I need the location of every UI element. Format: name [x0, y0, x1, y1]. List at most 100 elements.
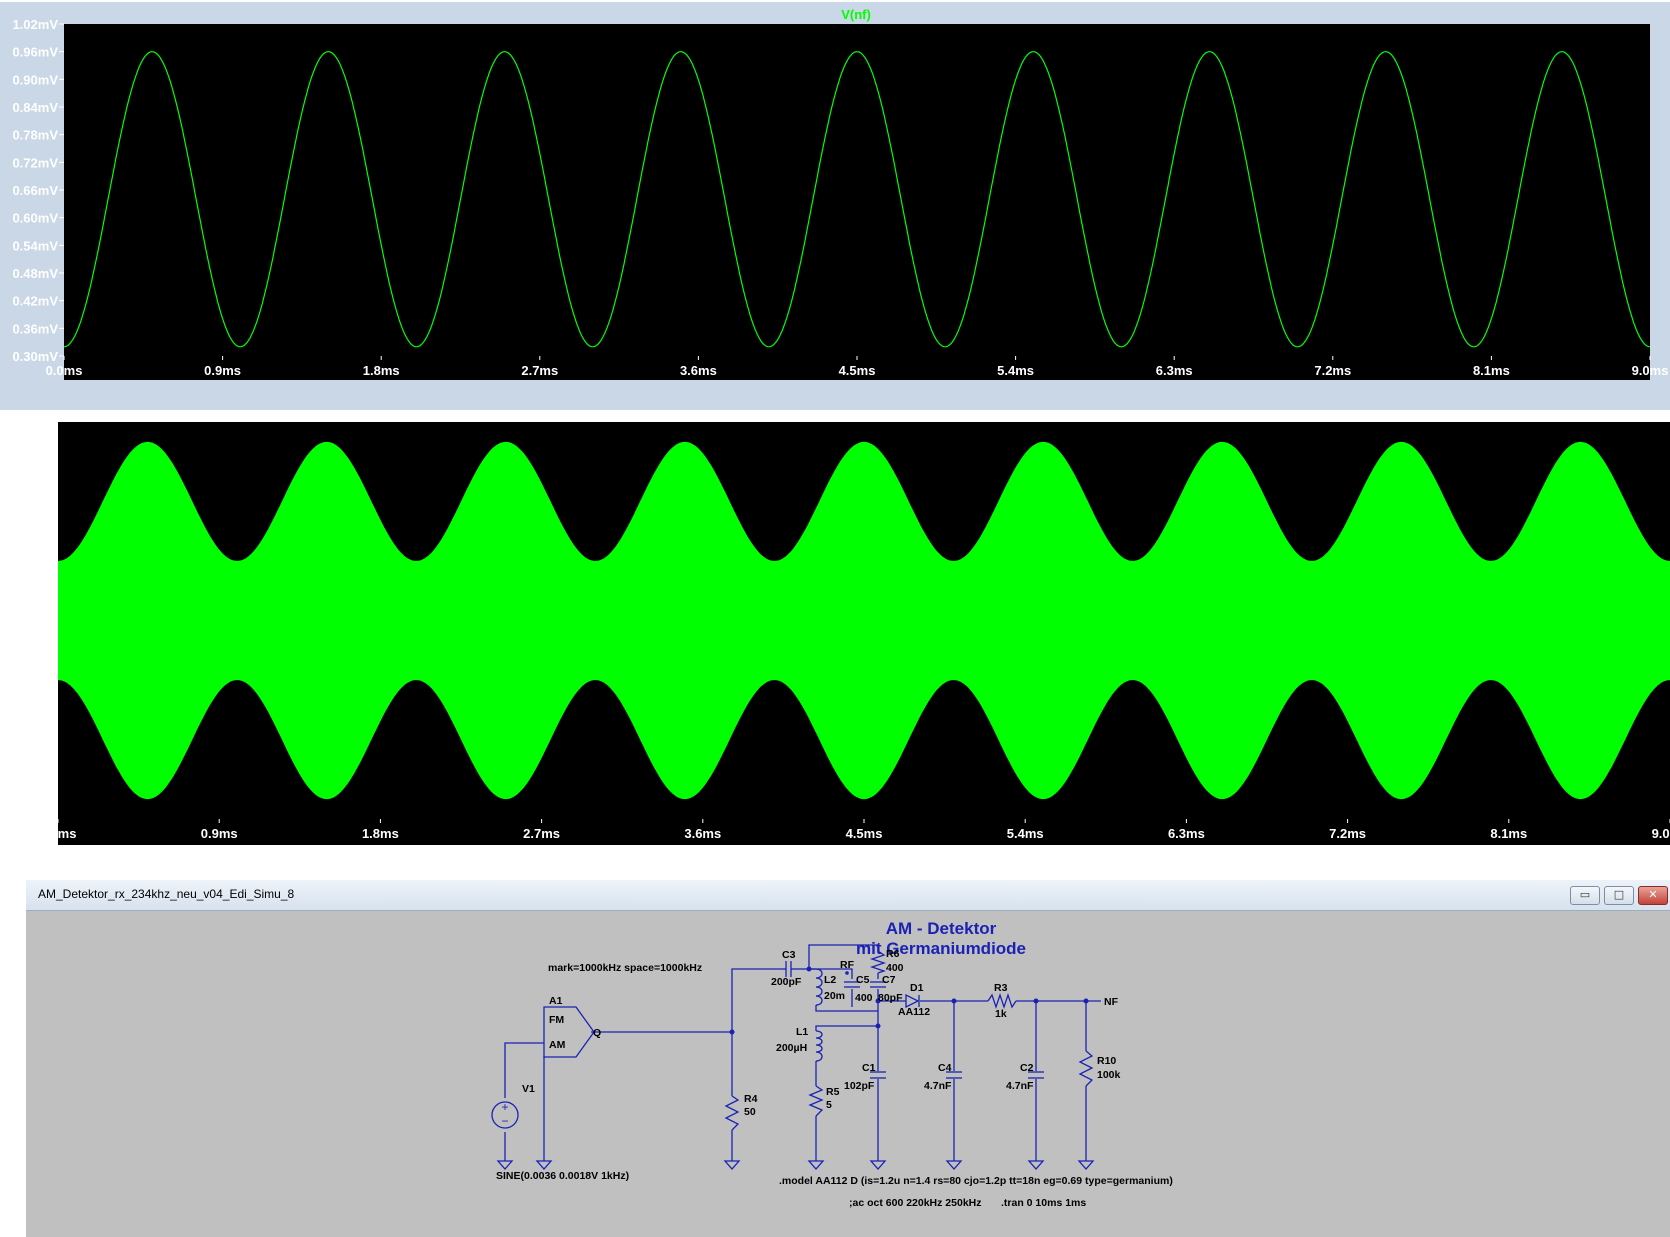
x-tick-label: 0.0ms [46, 363, 83, 378]
waveform-panel-carrier[interactable]: 6mV 5mV 4mV 3mV 2mV 1mV 0mV 1mV 2mV 3mV 4mV 5mV 6mV … [26, 412, 1670, 875]
trace-am-carrier[interactable] [58, 441, 1670, 800]
x-tick-label: 4.5ms [846, 826, 883, 841]
y-tick-label: 0.96mV [12, 45, 58, 60]
net-label-rf[interactable]: RF [840, 959, 855, 971]
label-c7: C7 [882, 974, 896, 986]
y-tick-label: 1mV [28, 647, 56, 662]
x-tick-label: 2.7ms [523, 826, 560, 841]
value-c1: 102pF [844, 1080, 875, 1092]
y-tick-label: 2mV [28, 680, 56, 695]
value-l2: 20m [824, 990, 845, 1002]
label-r5: R5 [826, 1086, 840, 1098]
diode-d1[interactable]: D1 AA112 [898, 982, 930, 1018]
x-tick-label: 0.9ms [204, 363, 241, 378]
schematic-canvas[interactable]: AM - Detektor mit Germaniumdiode A1 FM A… [26, 911, 1670, 1237]
y-tick-label: 5mV [28, 448, 56, 463]
waveform-panel-vnf[interactable]: V(nf) 1.02mV 0.96mV 0.90mV 0.84mV 0.78mV 0.72… [0, 0, 1670, 410]
plot-vnf[interactable]: V(nf) 1.02mV 0.96mV 0.90mV 0.84mV 0.78mV 0.72… [0, 0, 1670, 410]
voltage-source-v1[interactable]: + − V1 [491, 1083, 535, 1129]
ground-icon [869, 1160, 887, 1170]
y-tick-label: 3mV [28, 713, 56, 728]
capacitor-c2[interactable]: C2 4.7nF [1006, 1062, 1044, 1092]
plot-area-vnf[interactable] [64, 24, 1650, 380]
label-l1: L1 [796, 1026, 808, 1038]
y-tick-label: 0.66mV [12, 183, 58, 198]
x-tick-label: 9.0ms [1632, 363, 1669, 378]
spice-directive-tran[interactable]: .tran 0 10ms 1ms [1001, 1197, 1086, 1209]
y-tick-label: 1mV [28, 580, 56, 595]
x-tick-label: 5.4ms [997, 363, 1034, 378]
capacitor-c1[interactable]: C1 102pF [844, 1062, 886, 1092]
close-button[interactable]: ✕ [1638, 886, 1668, 905]
value-c3: 200pF [771, 976, 802, 988]
ground-icon [1027, 1160, 1045, 1170]
x-tick-label: 8.1ms [1490, 826, 1527, 841]
label-r10: R10 [1097, 1055, 1116, 1067]
value-c5: 400 [855, 992, 873, 1004]
x-tick-label: 9.0ms [1652, 826, 1670, 841]
y-tick-label: 3mV [28, 514, 56, 529]
resistor-r10[interactable]: R10 100k [1078, 1050, 1121, 1087]
y-tick-label: 0.90mV [12, 72, 58, 87]
y-tick-label: 0.36mV [12, 321, 58, 336]
ground-icon [723, 1160, 741, 1170]
label-c3: C3 [782, 949, 796, 961]
spice-directive-ac[interactable]: ;ac oct 600 220kHz 250kHz [849, 1197, 982, 1209]
schematic-window-title: AM_Detektor_rx_234khz_neu_v04_Edi_Simu_8 [38, 887, 295, 901]
minus-icon: − [501, 1114, 508, 1128]
inductor-l1[interactable]: L1 200µH [776, 1026, 823, 1062]
value-c4: 4.7nF [924, 1080, 952, 1092]
ground-icon [496, 1160, 514, 1170]
schematic-title-line2[interactable]: mit Germaniumdiode [856, 939, 1026, 958]
schematic-title-line1[interactable]: AM - Detektor [886, 919, 997, 938]
plus-icon: + [501, 1100, 508, 1114]
x-tick-label: 7.2ms [1314, 363, 1351, 378]
label-l2: L2 [824, 974, 836, 986]
v1-source-value[interactable]: SINE(0.0036 0.0018V 1kHz) [496, 1170, 629, 1182]
label-c4: C4 [938, 1062, 952, 1074]
y-tick-label: 0.42mV [12, 294, 58, 309]
capacitor-c4[interactable]: C4 4.7nF [924, 1062, 962, 1092]
resistor-r3[interactable]: R3 1k [987, 982, 1017, 1020]
x-tick-label: 0.0ms [40, 826, 77, 841]
modulator-a1[interactable]: A1 FM AM Q [543, 995, 601, 1058]
label-am-pin: AM [549, 1039, 566, 1051]
label-a1: A1 [549, 995, 563, 1007]
capacitor-c7[interactable]: C7 80pF [870, 974, 903, 1004]
y-tick-label: 0.48mV [12, 266, 58, 281]
schematic-titlebar[interactable]: AM_Detektor_rx_234khz_neu_v04_Edi_Simu_8… [26, 880, 1670, 911]
capacitor-c5[interactable]: C5 400 [844, 974, 873, 1004]
x-tick-label: 8.1ms [1473, 363, 1510, 378]
net-label-nf[interactable]: NF [1104, 996, 1119, 1008]
y-tick-label: 4mV [28, 746, 56, 761]
ground-icon [807, 1160, 825, 1170]
ground-icon [1077, 1160, 1095, 1170]
ground-symbols [496, 1160, 1095, 1170]
x-tick-label: 2.7ms [521, 363, 558, 378]
value-r6: 400 [886, 962, 904, 974]
trace-label-vnf[interactable]: V(nf) [841, 7, 871, 22]
mark-space-label[interactable]: mark=1000kHz space=1000kHz [548, 962, 702, 974]
y-tick-label: 5mV [28, 779, 56, 794]
schematic-window[interactable]: AM_Detektor_rx_234khz_neu_v04_Edi_Simu_8… [26, 880, 1670, 1237]
resistor-r4[interactable]: R4 50 [724, 1093, 758, 1131]
label-r6: R6 [886, 948, 900, 960]
spice-directive-model[interactable]: .model AA112 D (is=1.2u n=1.4 rs=80 cjo=… [779, 1175, 1173, 1187]
minimize-button[interactable]: ▭ [1570, 886, 1600, 905]
resistor-r5[interactable]: R5 5 [808, 1085, 840, 1117]
plot-carrier[interactable]: 6mV5mV4mV3mV2mV1mV0mV1mV2mV3mV4mV5mV6mV … [26, 412, 1670, 875]
label-c1: C1 [862, 1062, 876, 1074]
y-tick-label: 1.02mV [12, 17, 58, 32]
ground-icon [535, 1160, 553, 1170]
inductor-l2[interactable]: L2 20m [815, 968, 845, 1006]
value-r3: 1k [995, 1008, 1007, 1020]
x-tick-label: 5.4ms [1007, 826, 1044, 841]
top-strip [0, 0, 1670, 2]
x-tick-label: 4.5ms [839, 363, 876, 378]
maximize-button[interactable]: □ [1604, 886, 1634, 905]
value-c2: 4.7nF [1006, 1080, 1034, 1092]
x-tick-label: 0.9ms [201, 826, 238, 841]
y-tick-label: 0.54mV [12, 238, 58, 253]
x-tick-label: 6.3ms [1168, 826, 1205, 841]
label-c5: C5 [856, 974, 870, 986]
